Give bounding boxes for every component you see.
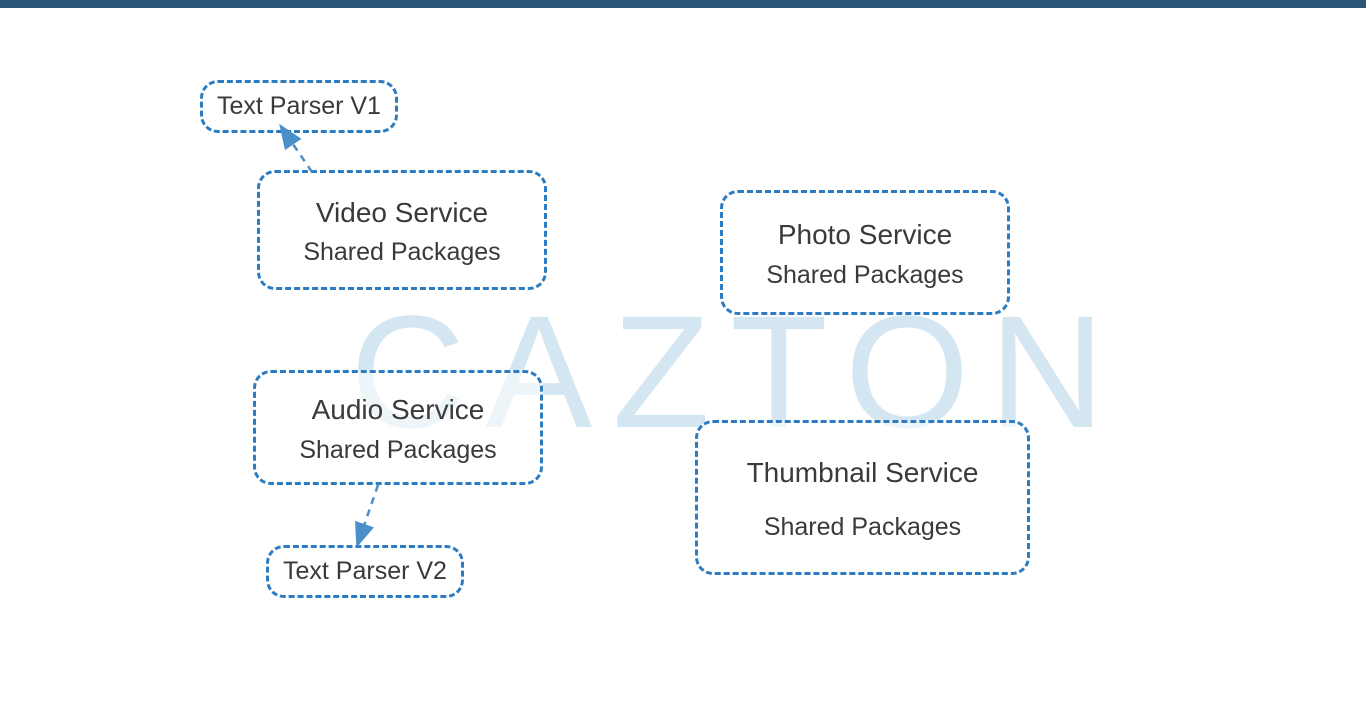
- audio-service-box: Audio Service Shared Packages: [253, 370, 543, 485]
- thumbnail-service-title: Thumbnail Service: [747, 453, 979, 492]
- text-parser-v1-label: Text Parser V1: [217, 89, 381, 124]
- photo-service-title: Photo Service: [778, 215, 952, 254]
- arrow-audio-to-parser-v2: [358, 485, 378, 543]
- text-parser-v2-label: Text Parser V2: [283, 554, 447, 589]
- video-service-subtitle: Shared Packages: [303, 238, 500, 267]
- audio-service-title: Audio Service: [312, 390, 485, 429]
- video-service-title: Video Service: [316, 193, 488, 232]
- thumbnail-service-subtitle: Shared Packages: [764, 513, 961, 542]
- thumbnail-service-box: Thumbnail Service Shared Packages: [695, 420, 1030, 575]
- photo-service-subtitle: Shared Packages: [766, 261, 963, 290]
- video-service-box: Video Service Shared Packages: [257, 170, 547, 290]
- diagram-canvas: Text Parser V1 Video Service Shared Pack…: [0, 0, 1366, 709]
- arrow-video-to-parser-v1: [282, 128, 312, 172]
- text-parser-v2-box: Text Parser V2: [266, 545, 464, 598]
- audio-service-subtitle: Shared Packages: [299, 436, 496, 465]
- text-parser-v1-box: Text Parser V1: [200, 80, 398, 133]
- photo-service-box: Photo Service Shared Packages: [720, 190, 1010, 315]
